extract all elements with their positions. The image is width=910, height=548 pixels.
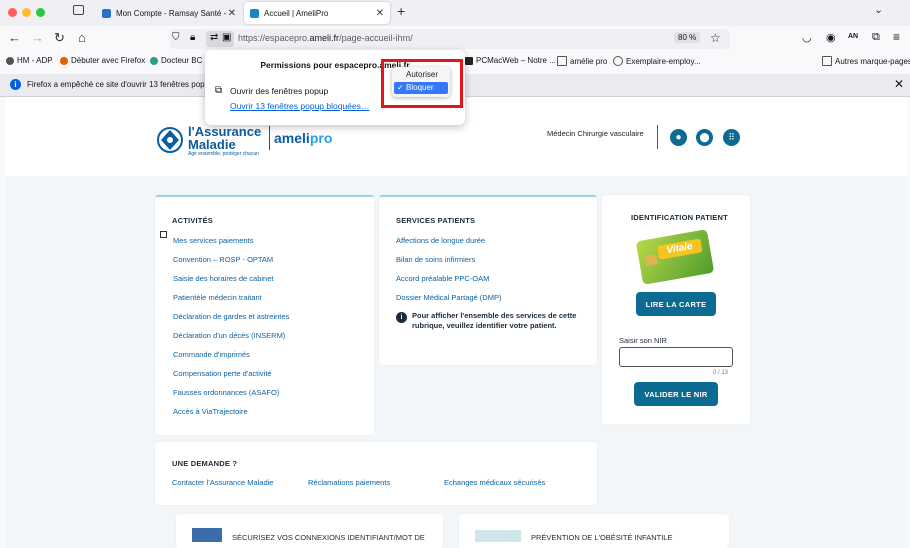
popup-window-icon: ⧉ bbox=[215, 85, 223, 96]
minimize-window-button[interactable] bbox=[22, 8, 31, 17]
url-bar[interactable]: ⛉ 🔒︎ ⇄ ▣ https://espacepro.ameli.fr/page-… bbox=[170, 29, 730, 49]
activites-link[interactable]: Déclaration de gardes et astreintes bbox=[173, 312, 289, 321]
assurance-maladie-emblem-icon bbox=[157, 127, 183, 153]
vitale-card-text: Vitale bbox=[656, 238, 703, 260]
promo-card-obesity[interactable]: PRÉVENTION DE L'OBÉSITÉ INFANTILE bbox=[459, 514, 729, 548]
services-link[interactable]: Dossier Médical Partagé (DMP) bbox=[396, 293, 501, 302]
activites-link[interactable]: Saisie des horaires de cabinet bbox=[173, 274, 273, 283]
forward-arrow-icon[interactable]: → bbox=[31, 31, 44, 45]
extensions-puzzle-icon[interactable]: ⧉ bbox=[872, 31, 880, 44]
location-pin-icon[interactable]: ⬤ bbox=[696, 129, 713, 146]
tab-ramsay[interactable]: Mon Compte - Ramsay Santé - ✕ bbox=[96, 2, 242, 24]
ramsay-favicon-icon bbox=[102, 8, 111, 18]
tab-label: Accueil | AmeliPro bbox=[264, 8, 329, 18]
menu-hamburger-icon[interactable]: ≡ bbox=[893, 30, 900, 44]
logo-line2: Maladie bbox=[188, 137, 236, 152]
amelipro-favicon-icon bbox=[250, 8, 259, 18]
open-blocked-popups-link[interactable]: Ouvrir 13 fenêtres popup bloquées… bbox=[230, 101, 369, 111]
activites-link[interactable]: Compensation perte d'activité bbox=[173, 369, 272, 378]
account-icon[interactable]: ◉ bbox=[826, 31, 836, 44]
card-chip-icon bbox=[644, 254, 658, 267]
popup-permission-label: Ouvrir des fenêtres popup bbox=[230, 86, 329, 96]
obesity-illustration-image bbox=[475, 530, 521, 542]
services-link[interactable]: Affections de longue durée bbox=[396, 236, 485, 245]
notification-text: Firefox a empêché ce site d'ouvrir 13 fe… bbox=[27, 80, 214, 89]
demande-link[interactable]: Echanges médicaux sécurisés bbox=[444, 478, 545, 487]
bookmark-pcmacweb[interactable]: PCMacWeb – Notre ... bbox=[465, 56, 556, 65]
highlight-annotation-box bbox=[381, 59, 463, 108]
close-icon[interactable]: ✕ bbox=[376, 8, 384, 19]
list-all-tabs-chevron-down-icon[interactable]: ⌄ bbox=[874, 3, 883, 16]
pocket-icon[interactable]: ◡ bbox=[802, 31, 812, 44]
security-illustration-image bbox=[192, 528, 222, 542]
activites-link[interactable]: Commande d'imprimés bbox=[173, 350, 250, 359]
nir-counter: 0 / 13 bbox=[713, 370, 729, 376]
info-icon: i bbox=[10, 79, 21, 90]
promo-card-security[interactable]: SÉCURISEZ VOS CONNEXIONS IDENTIFIANT/MOT… bbox=[176, 514, 443, 548]
user-account-icon[interactable]: ● bbox=[670, 129, 687, 146]
new-tab-button[interactable]: + bbox=[397, 3, 405, 19]
bookmark-debuter-firefox[interactable]: Débuter avec Firefox bbox=[60, 56, 145, 65]
demande-link[interactable]: Contacter l'Assurance Maladie bbox=[172, 478, 273, 487]
services-link[interactable]: Accord préalable PPC-OAM bbox=[396, 274, 489, 283]
activites-link[interactable]: Patientèle médecin traitant bbox=[173, 293, 262, 302]
bookmark-docteur[interactable]: Docteur BC bbox=[150, 56, 202, 65]
close-icon[interactable]: ✕ bbox=[894, 77, 904, 91]
bookmark-amelie-pro[interactable]: amélie pro bbox=[557, 56, 607, 66]
activites-link[interactable]: Mes services paiements bbox=[173, 236, 253, 245]
tracking-protection-shield-icon[interactable]: ⛉ bbox=[172, 32, 180, 43]
lock-icon[interactable]: 🔒︎ bbox=[190, 32, 195, 43]
nir-label: Saisir son NIR bbox=[619, 336, 667, 345]
une-demande-card: UNE DEMANDE ? Contacter l'Assurance Mala… bbox=[155, 442, 597, 505]
activites-link[interactable]: Accès à ViaTrajectoire bbox=[173, 407, 248, 416]
focus-checkbox[interactable] bbox=[160, 231, 167, 238]
browser-tab-bar: Mon Compte - Ramsay Santé - ✕ Accueil | … bbox=[0, 0, 910, 26]
logo-divider bbox=[269, 126, 270, 150]
user-role: Médecin Chirurgie vasculaire bbox=[547, 129, 644, 138]
zoom-window-button[interactable] bbox=[36, 8, 45, 17]
info-icon: i bbox=[396, 312, 407, 323]
read-card-button[interactable]: LIRE LA CARTE bbox=[636, 292, 716, 316]
back-arrow-icon[interactable]: ← bbox=[8, 31, 21, 45]
identification-title: IDENTIFICATION PATIENT bbox=[631, 213, 728, 222]
vitale-card-image: Vitale bbox=[635, 229, 715, 285]
apps-grid-icon[interactable]: ⠿ bbox=[723, 129, 740, 146]
close-icon[interactable]: ✕ bbox=[228, 8, 236, 19]
promo-title: SÉCURISEZ VOS CONNEXIONS IDENTIFIANT/MOT… bbox=[232, 533, 425, 542]
services-link[interactable]: Bilan de soins infirmiers bbox=[396, 255, 475, 264]
activites-link[interactable]: Convention – ROSP - OPTAM bbox=[173, 255, 273, 264]
logo-tagline: Agir ensemble, protéger chacun bbox=[188, 151, 259, 157]
validate-nir-button[interactable]: VALIDER LE NIR bbox=[634, 382, 718, 406]
demande-link[interactable]: Réclamations paiements bbox=[308, 478, 390, 487]
services-info-text: Pour afficher l'ensemble des services de… bbox=[412, 311, 577, 330]
services-title: SERVICES PATIENTS bbox=[396, 216, 476, 225]
bookmark-exemplaire[interactable]: Exemplaire-employ... bbox=[613, 56, 701, 66]
demande-title: UNE DEMANDE ? bbox=[172, 459, 238, 468]
tab-overview-icon[interactable] bbox=[73, 5, 84, 15]
reload-icon[interactable]: ↻ bbox=[54, 31, 65, 45]
activites-link[interactable]: Fausses ordonnances (ASAFO) bbox=[173, 388, 279, 397]
tab-label: Mon Compte - Ramsay Santé - bbox=[116, 8, 227, 18]
services-patients-card: SERVICES PATIENTS Affections de longue d… bbox=[379, 195, 597, 365]
url-text[interactable]: https://espacepro.ameli.fr/page-accueil-… bbox=[238, 33, 413, 43]
activites-title: ACTIVITÉS bbox=[172, 216, 213, 225]
activites-link[interactable]: Déclaration d'un décès (INSERM) bbox=[173, 331, 285, 340]
popup-blocked-permission-icon[interactable]: ⇄ ▣ bbox=[206, 31, 234, 47]
promo-title: PRÉVENTION DE L'OBÉSITÉ INFANTILE bbox=[531, 533, 673, 542]
bookmark-hm-adp[interactable]: HM - ADP bbox=[6, 56, 53, 65]
identification-patient-card: IDENTIFICATION PATIENT Vitale LIRE LA CA… bbox=[602, 195, 750, 424]
logo-product: amelipro bbox=[274, 130, 333, 146]
extension-icon[interactable]: AN bbox=[848, 33, 858, 40]
header-divider bbox=[657, 125, 658, 149]
zoom-level-badge[interactable]: 80 % bbox=[674, 32, 701, 43]
home-icon[interactable]: ⌂ bbox=[78, 31, 86, 45]
close-window-button[interactable] bbox=[8, 8, 17, 17]
tab-amelipro[interactable]: Accueil | AmeliPro ✕ bbox=[244, 2, 390, 24]
bookmark-other-folder[interactable]: Autres marque-pages bbox=[822, 56, 910, 66]
nir-input[interactable] bbox=[619, 347, 733, 367]
activites-card: ACTIVITÉS Mes services paiements Convent… bbox=[155, 195, 374, 435]
bookmark-star-icon[interactable]: ☆ bbox=[710, 31, 721, 45]
